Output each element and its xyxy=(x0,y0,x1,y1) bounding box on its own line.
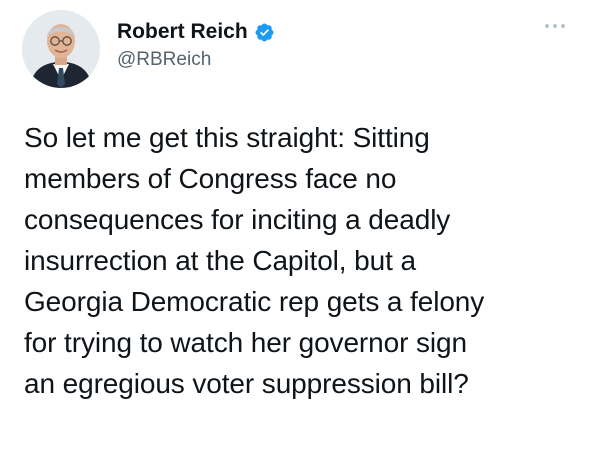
more-options-icon[interactable] xyxy=(541,16,569,36)
verified-badge-icon xyxy=(254,22,275,43)
tweet-text-line: Georgia Democratic rep gets a felony xyxy=(24,286,485,317)
avatar[interactable] xyxy=(22,10,100,88)
tweet-card: Robert Reich @RBReich So let me get this… xyxy=(0,0,593,451)
tweet-text-line: So let me get this straight: Sitting xyxy=(24,122,430,153)
author-handle[interactable]: @RBReich xyxy=(117,48,211,72)
author-display-name[interactable]: Robert Reich xyxy=(117,20,248,44)
tweet-text-line: consequences for inciting a deadly xyxy=(24,204,451,235)
tweet-text-line: for trying to watch her governor sign xyxy=(24,327,467,358)
tweet-text-line: members of Congress face no xyxy=(24,163,397,194)
profile-photo xyxy=(22,10,100,88)
tweet-text-line: insurrection at the Capitol, but a xyxy=(24,245,416,276)
author-name-row: Robert Reich xyxy=(117,20,275,44)
tweet-text-line: an egregious voter suppression bill? xyxy=(24,368,469,399)
tweet-text: So let me get this straight: Sitting mem… xyxy=(24,117,579,404)
